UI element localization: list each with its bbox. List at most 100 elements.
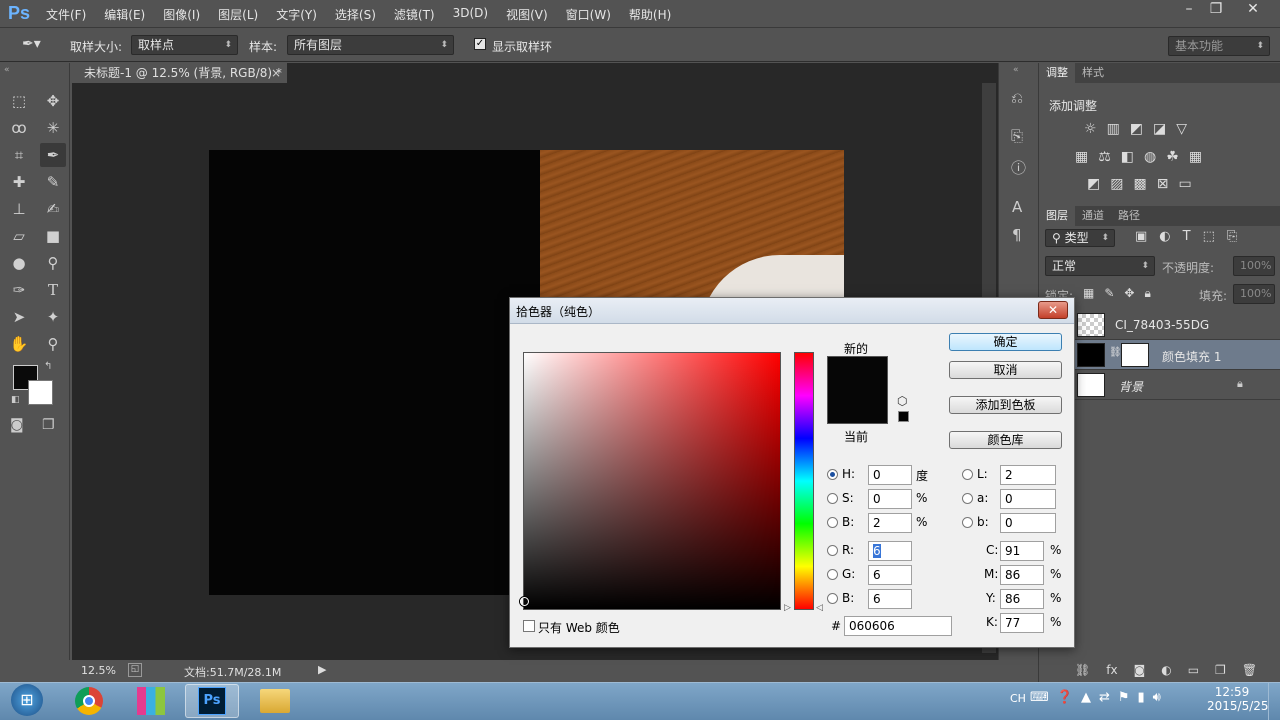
curves-icon[interactable]: ◩ [1130,121,1143,137]
adjust-filter-icon[interactable]: ◐ [1159,229,1170,244]
signal-icon[interactable]: ▮ [1138,690,1145,705]
vibrance-icon[interactable]: ▽ [1176,121,1187,137]
ok-button[interactable]: 确定 [949,333,1062,351]
brightness-icon[interactable]: ☼ [1084,121,1097,137]
color-libraries-button[interactable]: 颜色库 [949,431,1062,449]
restore-icon[interactable]: ❐ [1203,0,1229,20]
gradient-tool-icon[interactable]: ■ [40,224,66,248]
crop-tool-icon[interactable]: ⌗ [6,143,32,167]
photoshop-taskbar-button[interactable]: Ps [185,684,239,718]
lock-pixels-icon[interactable]: ✎ [1104,286,1114,301]
cancel-button[interactable]: 取消 [949,361,1062,379]
blue-radio[interactable] [827,593,838,604]
tab-adjustments[interactable]: 调整 [1039,63,1075,83]
hex-input[interactable]: 060606 [844,616,952,636]
new-adjustment-icon[interactable]: ◐ [1161,663,1171,677]
shape-filter-icon[interactable]: ⬚ [1203,229,1215,244]
zoom-tool-icon[interactable]: ⚲ [40,332,66,356]
default-colors-icon[interactable]: ◧ [11,395,20,405]
start-button[interactable]: ⊞ [0,683,54,717]
paragraph-panel-icon[interactable]: ¶ [1012,226,1022,244]
s-radio[interactable] [827,493,838,504]
show-ring-checkbox[interactable]: ✓ [474,38,486,50]
status-menu-icon[interactable]: ◱ [128,663,142,677]
close-window-icon[interactable]: ✕ [1240,0,1266,20]
new-layer-icon[interactable]: ❐ [1215,663,1226,677]
bw-icon[interactable]: ◧ [1121,149,1134,165]
color-field-marker[interactable] [520,597,529,606]
sample-size-select[interactable]: 取样点 ⬍ [131,35,238,55]
eyedropper-icon[interactable]: ✒ [40,143,66,167]
explorer-taskbar-button[interactable] [248,684,302,718]
a-input[interactable]: 0 [1000,489,1056,509]
hand-tool-icon[interactable]: ✋ [6,332,32,356]
layer-row[interactable]: CI_78403-55DG [1039,310,1280,340]
fill-input[interactable]: 100% [1233,284,1275,304]
pen-tool-icon[interactable]: ✑ [6,278,32,302]
r-radio[interactable] [827,545,838,556]
lab-b-radio[interactable] [962,517,973,528]
exposure-icon[interactable]: ◪ [1153,121,1166,137]
tab-layers[interactable]: 图层 [1039,206,1075,226]
screen-mode-icon[interactable]: ❐ [42,417,55,433]
web-only-checkbox[interactable] [523,620,535,632]
fx-icon[interactable]: fx [1106,663,1117,677]
gamut-cube-icon[interactable]: ⬡ [897,394,907,408]
hue-right-arrow-icon[interactable]: ◁ [816,603,823,613]
type-tool-icon[interactable]: T [40,278,66,302]
blur-tool-icon[interactable]: ● [6,251,32,275]
lock-position-icon[interactable]: ✥ [1124,286,1134,301]
stamp-tool-icon[interactable]: ⊥ [6,197,32,221]
show-desktop-button[interactable] [1268,683,1280,720]
posterize-icon[interactable]: ▨ [1110,176,1123,192]
g-radio[interactable] [827,569,838,580]
magic-wand-icon[interactable]: ✳ [40,116,66,140]
language-indicator[interactable]: CH [1010,692,1026,705]
opacity-input[interactable]: 100% [1233,256,1275,276]
r-input[interactable]: 6 [868,541,912,561]
type-filter-icon[interactable]: T [1183,229,1191,244]
lab-b-input[interactable]: 0 [1000,513,1056,533]
history-panel-icon[interactable]: ⎌ [1011,89,1023,107]
new-group-icon[interactable]: ▭ [1188,663,1199,677]
chrome-taskbar-button[interactable] [62,684,116,718]
l-input[interactable]: 2 [1000,465,1056,485]
add-mask-icon[interactable]: ◙ [1134,663,1146,677]
tray-expand-icon[interactable]: ▲ [1081,690,1091,705]
gradient-map-icon[interactable]: ▭ [1178,176,1191,192]
character-panel-icon[interactable]: A [1012,198,1022,216]
hue-slider[interactable] [794,352,814,610]
eraser-tool-icon[interactable]: ▱ [6,224,32,248]
shape-tool-icon[interactable]: ✦ [40,305,66,329]
menu-edit[interactable]: 编辑(E) [104,6,145,23]
b-input[interactable]: 2 [868,513,912,533]
link-layers-icon[interactable]: ⛓ [1075,663,1090,677]
invert-icon[interactable]: ◩ [1087,176,1100,192]
menu-filter[interactable]: 滤镜(T) [394,6,435,23]
menu-image[interactable]: 图像(I) [163,6,200,23]
collapse-icon[interactable]: « [1013,65,1019,75]
menu-file[interactable]: 文件(F) [46,6,86,23]
app-taskbar-button[interactable] [124,684,178,718]
marquee-tool-icon[interactable]: ⬚ [6,89,32,113]
help-icon[interactable]: ❓ [1057,690,1073,705]
tab-styles[interactable]: 样式 [1075,63,1111,83]
tab-channels[interactable]: 通道 [1075,206,1111,226]
lasso-tool-icon[interactable]: ꝏ [6,116,32,140]
move-tool-icon[interactable]: ✥ [40,89,66,113]
a-radio[interactable] [962,493,973,504]
lock-transparent-icon[interactable]: ▦ [1083,286,1094,301]
dodge-tool-icon[interactable]: ⚲ [40,251,66,275]
color-field[interactable] [523,352,781,610]
photo-filter-icon[interactable]: ◍ [1144,149,1156,165]
trash-icon[interactable]: 🗑︎ [1242,663,1257,677]
blue-input[interactable]: 6 [868,589,912,609]
network-icon[interactable]: ⇄ [1099,690,1110,705]
background-color-swatch[interactable] [28,380,53,405]
b-radio[interactable] [827,517,838,528]
layer-row[interactable]: ⛓ 颜色填充 1 [1039,340,1280,370]
status-arrow-icon[interactable]: ▶ [318,663,326,676]
levels-icon[interactable]: ▥ [1107,121,1120,137]
brush-tool-icon[interactable]: ✎ [40,170,66,194]
c-input[interactable]: 91 [1000,541,1044,561]
